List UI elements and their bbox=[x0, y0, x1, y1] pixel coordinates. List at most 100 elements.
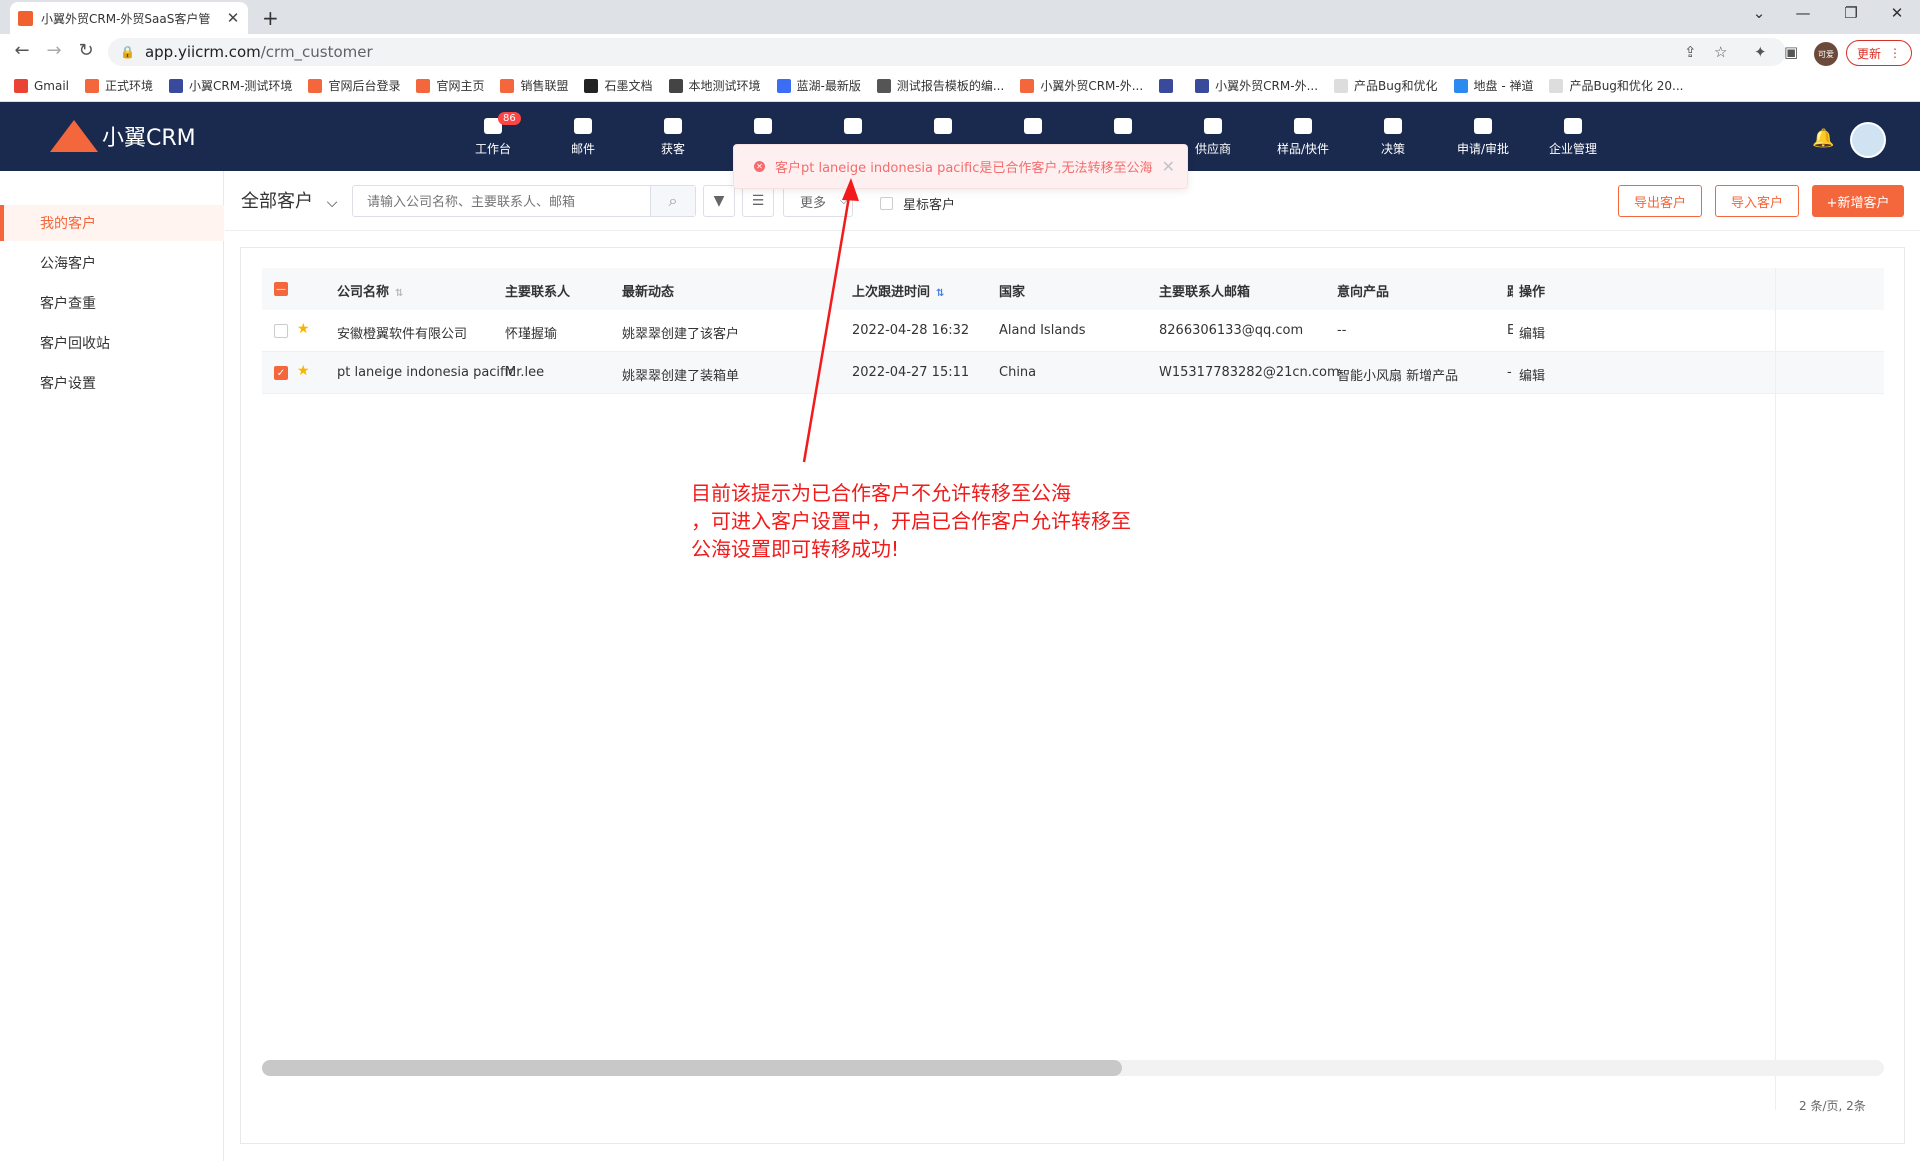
more-dropdown[interactable]: 更多 ⌵ bbox=[783, 185, 853, 217]
back-icon[interactable]: ← bbox=[10, 40, 34, 61]
bookmark-item[interactable]: 产品Bug和优化 bbox=[1334, 77, 1438, 94]
bookmark-item[interactable]: 蓝湖-最新版 bbox=[776, 77, 861, 94]
import-customers-button[interactable]: 导入客户 bbox=[1715, 185, 1799, 217]
bookmark-item[interactable] bbox=[1159, 78, 1179, 93]
nav-item[interactable]: 供应商 bbox=[1178, 118, 1248, 157]
header-company[interactable]: 公司名称 ⇅ bbox=[337, 281, 403, 300]
customer-table-card: — 公司名称 ⇅ 主要联系人 最新动态 上次跟进时间 ⇅ 国家 主要联系人邮箱 意向… bbox=[240, 247, 1905, 1144]
sort-icon[interactable]: ⇅ bbox=[936, 288, 944, 299]
star-customer-checkbox[interactable]: 星标客户 bbox=[880, 194, 955, 213]
bookmark-label: 正式环境 bbox=[105, 79, 154, 93]
reload-icon[interactable]: ↻ bbox=[74, 40, 98, 61]
user-avatar[interactable] bbox=[1850, 122, 1886, 158]
new-tab-icon[interactable]: + bbox=[262, 6, 279, 30]
bookmark-star-icon[interactable]: ☆ bbox=[1714, 43, 1727, 61]
edit-link[interactable]: 编辑 bbox=[1519, 323, 1545, 342]
nav-item[interactable]: 工作台 86 bbox=[458, 112, 528, 157]
cell-activity: 姚翠翠创建了装箱单 bbox=[622, 369, 740, 384]
extensions-icon[interactable]: ✦ bbox=[1754, 43, 1767, 61]
minimize-icon[interactable]: — bbox=[1788, 4, 1818, 22]
add-customer-button[interactable]: +新增客户 bbox=[1812, 185, 1904, 217]
notification-badge: 86 bbox=[498, 112, 521, 125]
bookmark-item[interactable]: 正式环境 bbox=[85, 77, 153, 94]
nav-item[interactable]: 样品/快件 bbox=[1268, 118, 1338, 157]
search-input[interactable] bbox=[352, 185, 696, 217]
table-row[interactable]: ✓ ★ pt laneige indonesia pacific Mr.lee … bbox=[262, 352, 1884, 394]
bookmark-item[interactable]: 小翼CRM-测试环境 bbox=[169, 77, 292, 94]
cell-company[interactable]: pt laneige indonesia pacific bbox=[337, 365, 515, 380]
bookmark-label: 官网主页 bbox=[436, 79, 485, 93]
filter-button[interactable]: ▼ bbox=[703, 185, 735, 217]
export-customers-button[interactable]: 导出客户 bbox=[1618, 185, 1702, 217]
table-row[interactable]: ★ 安徽橙翼软件有限公司 怀瑾握瑜 姚翠翠创建了该客户 2022-04-28 1… bbox=[262, 310, 1884, 352]
nav-item[interactable]: 申请/审批 bbox=[1448, 118, 1518, 157]
side-panel-icon[interactable]: ▣ bbox=[1784, 43, 1798, 61]
scrollbar-thumb[interactable] bbox=[262, 1060, 1122, 1076]
bookmark-label: 产品Bug和优化 20... bbox=[1569, 79, 1684, 93]
address-bar[interactable]: 🔒 app.yiicrm.com /crm_customer bbox=[108, 38, 1786, 66]
bookmark-item[interactable]: 本地测试环境 bbox=[668, 77, 761, 94]
nav-item[interactable]: 邮件 bbox=[548, 118, 618, 157]
share-icon[interactable]: ⇪ bbox=[1684, 43, 1697, 61]
bookmark-item[interactable]: 官网后台登录 bbox=[308, 77, 400, 94]
nav-item[interactable] bbox=[998, 118, 1068, 140]
nav-item[interactable] bbox=[818, 118, 888, 140]
sidebar-item-my-customers[interactable]: 我的客户 bbox=[0, 205, 224, 241]
row-checkbox[interactable] bbox=[274, 324, 288, 338]
bookmark-item[interactable]: 销售联盟 bbox=[500, 77, 568, 94]
edit-link[interactable]: 编辑 bbox=[1519, 365, 1545, 384]
cell-company[interactable]: 安徽橙翼软件有限公司 bbox=[337, 323, 467, 342]
sidebar-item-public-customers[interactable]: 公海客户 bbox=[0, 245, 224, 281]
nav-icon bbox=[574, 118, 592, 134]
bookmark-label: 官网后台登录 bbox=[328, 79, 401, 93]
star-icon[interactable]: ★ bbox=[297, 321, 310, 337]
browser-tab[interactable]: 小翼外贸CRM-外贸SaaS客户管 ✕ bbox=[10, 2, 248, 34]
forward-icon[interactable]: → bbox=[42, 40, 66, 61]
restore-icon[interactable]: ❐ bbox=[1836, 4, 1866, 22]
close-window-icon[interactable]: ✕ bbox=[1882, 4, 1912, 22]
search-button[interactable]: ⌕ bbox=[650, 186, 695, 216]
customer-scope-dropdown[interactable]: 全部客户 ⌵ bbox=[241, 187, 337, 213]
select-all-checkbox[interactable]: — bbox=[274, 282, 288, 296]
bookmark-item[interactable]: 产品Bug和优化 20... bbox=[1549, 77, 1683, 94]
bookmark-item[interactable]: 测试报告模板的编... bbox=[876, 77, 1004, 94]
sidebar: 我的客户 公海客户 客户查重 客户回收站 客户设置 bbox=[0, 171, 224, 1161]
bookmark-label: 产品Bug和优化 bbox=[1354, 79, 1438, 93]
more-label: 更多 bbox=[800, 195, 827, 211]
nav-item[interactable]: 企业管理 bbox=[1538, 118, 1608, 157]
cell-contact: Mr.lee bbox=[505, 365, 545, 380]
update-button[interactable]: 更新 ⋮ bbox=[1846, 40, 1912, 66]
close-icon[interactable]: ✕ bbox=[1162, 157, 1175, 176]
profile-avatar[interactable]: 可爱 bbox=[1814, 42, 1838, 66]
nav-item[interactable] bbox=[728, 118, 798, 140]
nav-item[interactable] bbox=[1088, 118, 1158, 140]
scope-label: 全部客户 bbox=[241, 191, 313, 212]
bookmark-item[interactable]: 小翼外贸CRM-外... bbox=[1020, 77, 1143, 94]
row-checkbox[interactable]: ✓ bbox=[274, 366, 288, 380]
bookmark-item[interactable]: 小翼外贸CRM-外... bbox=[1195, 77, 1318, 94]
header-last-follow[interactable]: 上次跟进时间 ⇅ bbox=[852, 281, 944, 300]
bookmark-item[interactable]: 地盘 - 禅道 bbox=[1453, 77, 1533, 94]
sort-icon[interactable]: ⇅ bbox=[395, 288, 403, 299]
nav-item[interactable]: 获客 bbox=[638, 118, 708, 157]
star-icon[interactable]: ★ bbox=[297, 363, 310, 379]
cell-truncated: - bbox=[1507, 365, 1512, 380]
column-settings-button[interactable]: ☰ bbox=[742, 185, 774, 217]
nav-icon bbox=[754, 118, 772, 134]
sidebar-item-recycle-bin[interactable]: 客户回收站 bbox=[0, 325, 224, 361]
tab-search-icon[interactable]: ⌄ bbox=[1744, 4, 1774, 22]
sidebar-item-customer-settings[interactable]: 客户设置 bbox=[0, 365, 224, 401]
cell-contact: 怀瑾握瑜 bbox=[505, 327, 558, 342]
bookmark-label: 小翼CRM-测试环境 bbox=[189, 79, 293, 93]
sidebar-item-duplicate-check[interactable]: 客户查重 bbox=[0, 285, 224, 321]
app-logo[interactable]: 小翼CRM bbox=[50, 120, 196, 152]
horizontal-scrollbar[interactable] bbox=[262, 1060, 1884, 1076]
nav-item[interactable]: 决策 bbox=[1358, 118, 1428, 157]
bookmark-item[interactable]: 石墨文档 bbox=[584, 77, 653, 94]
nav-item[interactable] bbox=[908, 118, 978, 140]
close-tab-icon[interactable]: ✕ bbox=[226, 9, 240, 27]
bookmark-item[interactable]: Gmail bbox=[14, 78, 69, 93]
bookmark-favicon-icon bbox=[1195, 78, 1210, 93]
bookmark-item[interactable]: 官网主页 bbox=[416, 77, 484, 94]
notification-bell-icon[interactable]: 🔔 bbox=[1812, 128, 1834, 149]
